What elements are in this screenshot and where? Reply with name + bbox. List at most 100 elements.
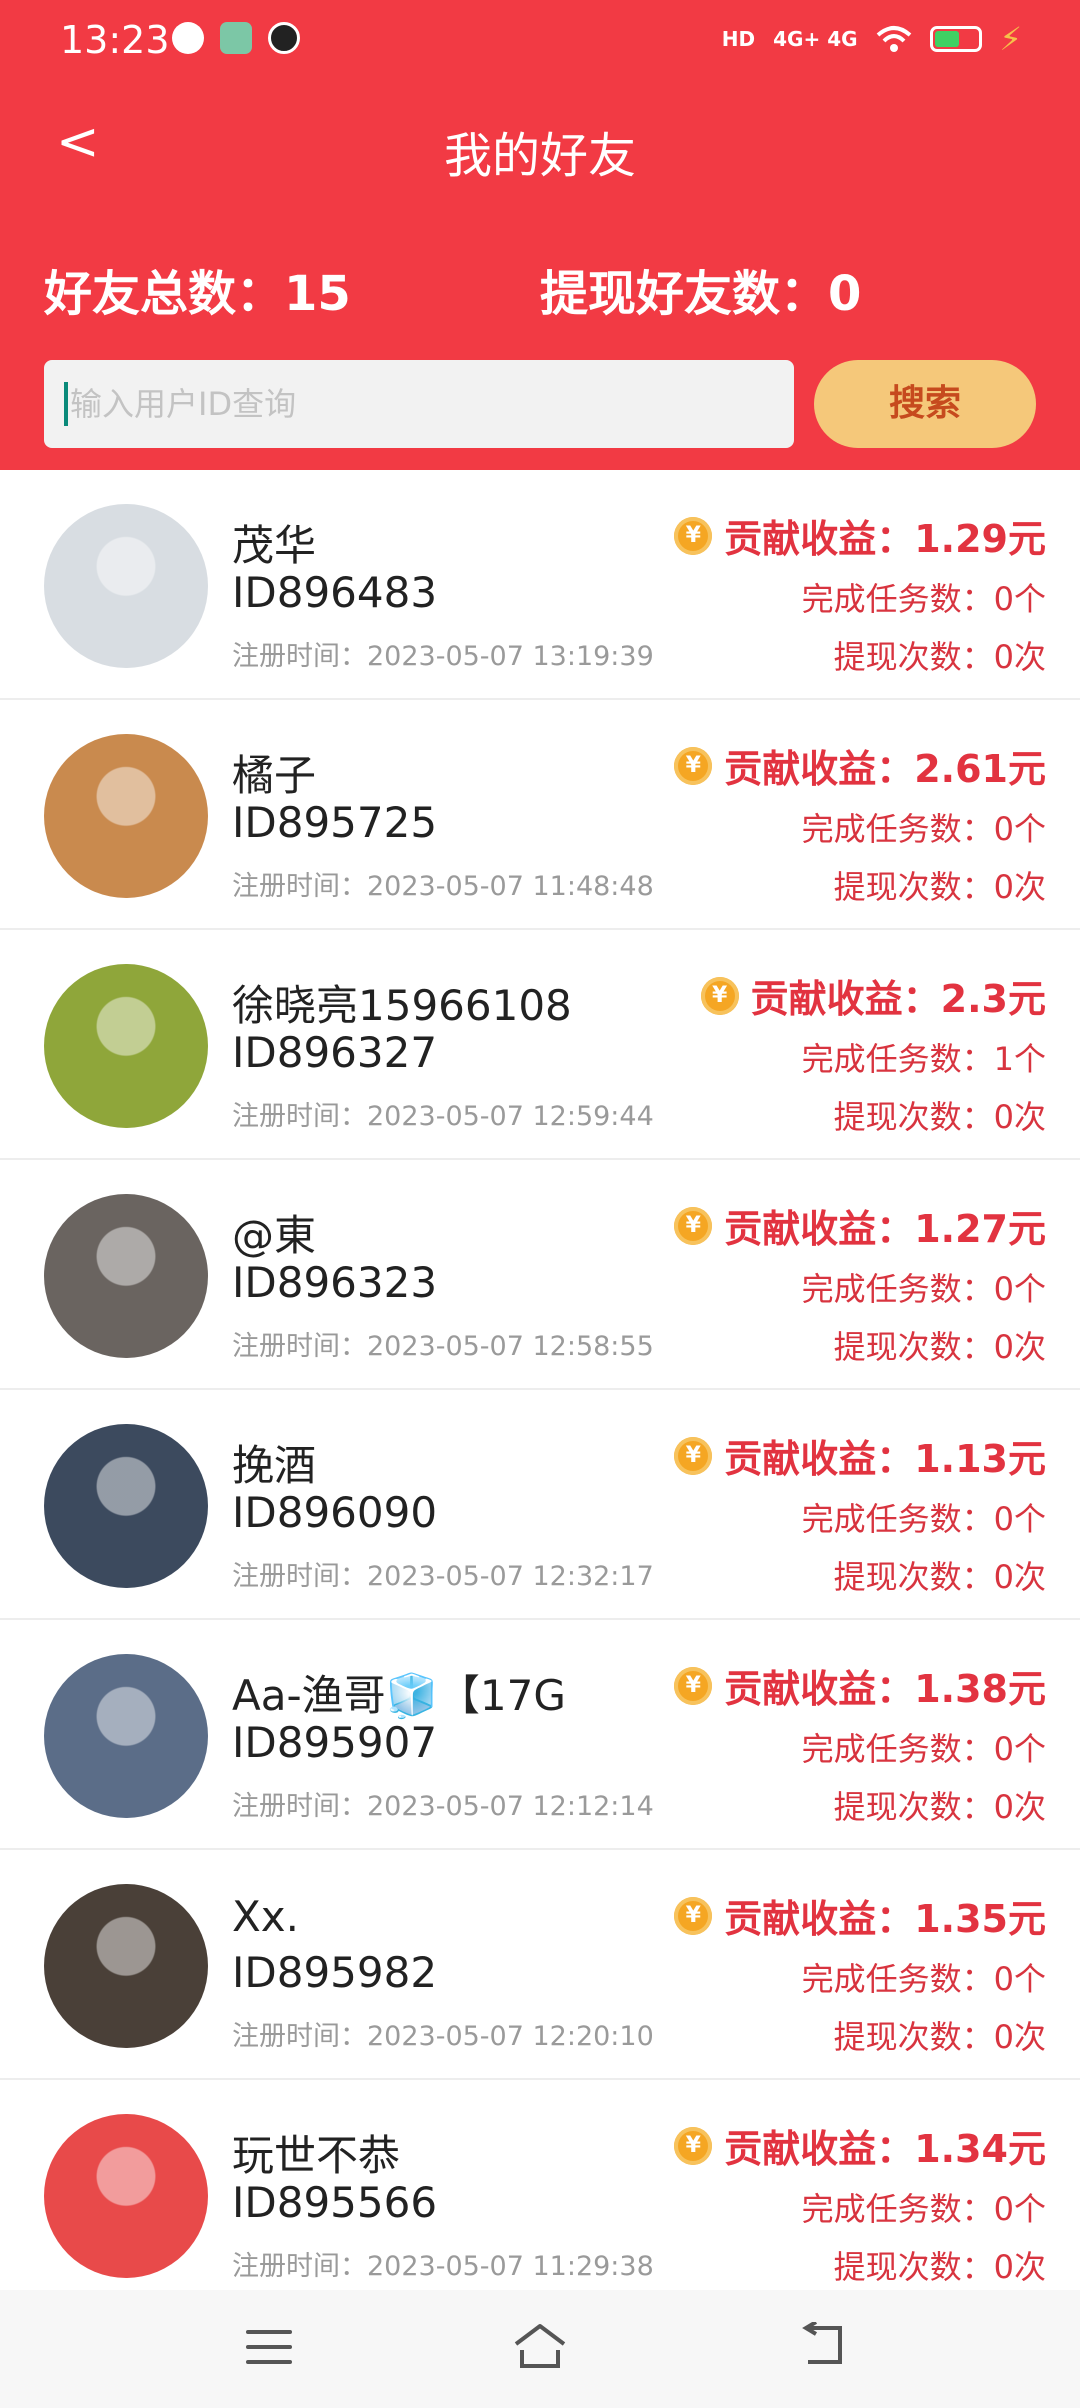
- system-icons: HD 4G+ 4G ⚡: [722, 20, 1022, 58]
- registration-time: 注册时间：2023-05-07 12:58:55: [232, 1331, 654, 1362]
- avatar: [44, 1424, 208, 1588]
- friends-total: 好友总数：15: [44, 266, 351, 322]
- friend-row[interactable]: 玩世不恭 ID895566 注册时间：2023-05-07 11:29:38 ¥…: [0, 2080, 1080, 2310]
- earnings: ¥ 贡献收益：1.35元: [674, 1888, 1046, 1943]
- notification-icons: [172, 22, 300, 54]
- withdrawal-count: 提现次数：0次: [833, 1558, 1046, 1596]
- earnings: ¥ 贡献收益：1.34元: [674, 2118, 1046, 2173]
- avatar: [44, 1654, 208, 1818]
- friend-id: ID895725: [232, 798, 438, 847]
- avatar: [44, 504, 208, 668]
- withdrawal-count: 提现次数：0次: [833, 1328, 1046, 1366]
- friend-name: 徐晓亮15966108: [232, 981, 572, 1030]
- withdrawal-count: 提现次数：0次: [833, 638, 1046, 676]
- withdrawal-count: 提现次数：0次: [833, 1788, 1046, 1826]
- tasks-completed: 完成任务数：0个: [801, 2190, 1046, 2228]
- search-button[interactable]: 搜索: [814, 360, 1036, 448]
- tasks-completed: 完成任务数：0个: [801, 580, 1046, 618]
- friend-name: Aa-渔哥🧊【17G: [232, 1671, 566, 1720]
- earnings-label: 贡献收益：1.34元: [724, 2127, 1046, 2171]
- friend-row[interactable]: 挽酒 ID896090 注册时间：2023-05-07 12:32:17 ¥ 贡…: [0, 1390, 1080, 1620]
- registration-time: 注册时间：2023-05-07 12:20:10: [232, 2021, 654, 2052]
- back-icon[interactable]: [800, 2322, 848, 2366]
- avatar: [44, 964, 208, 1128]
- friend-id: ID895982: [232, 1948, 438, 1997]
- friend-id: ID896483: [232, 568, 438, 617]
- friend-id: ID896090: [232, 1488, 438, 1537]
- withdrawal-count: 提现次数：0次: [833, 2248, 1046, 2286]
- tasks-completed: 完成任务数：1个: [801, 1040, 1046, 1078]
- app-notification-icon-2: [268, 22, 300, 54]
- registration-time: 注册时间：2023-05-07 13:19:39: [232, 641, 654, 672]
- friend-id: ID896323: [232, 1258, 438, 1307]
- search-input[interactable]: [44, 360, 794, 448]
- coin-icon: ¥: [674, 1666, 713, 1705]
- tasks-completed: 完成任务数：0个: [801, 1960, 1046, 1998]
- header: 13:23 HD 4G+ 4G ⚡ < 我的好友 好友总数：15 提现好友数：0…: [0, 0, 1080, 470]
- wifi-icon: [876, 26, 911, 52]
- signal-label: 4G+ 4G: [773, 27, 858, 51]
- coin-icon: ¥: [674, 1896, 713, 1935]
- earnings-label: 贡献收益：1.13元: [724, 1437, 1046, 1481]
- avatar: [44, 1194, 208, 1358]
- app-notification-icon: [220, 22, 252, 54]
- tasks-completed: 完成任务数：0个: [801, 1270, 1046, 1308]
- friend-name: 玩世不恭: [232, 2131, 401, 2180]
- coin-icon: ¥: [674, 1206, 713, 1245]
- withdrawal-count: 提现次数：0次: [833, 2018, 1046, 2056]
- earnings-label: 贡献收益：1.29元: [724, 517, 1046, 561]
- tasks-completed: 完成任务数：0个: [801, 1730, 1046, 1768]
- tasks-completed: 完成任务数：0个: [801, 810, 1046, 848]
- registration-time: 注册时间：2023-05-07 12:59:44: [232, 1101, 654, 1132]
- registration-time: 注册时间：2023-05-07 11:29:38: [232, 2251, 654, 2282]
- registration-time: 注册时间：2023-05-07 12:32:17: [232, 1561, 654, 1592]
- friend-row[interactable]: 茂华 ID896483 注册时间：2023-05-07 13:19:39 ¥ 贡…: [0, 470, 1080, 700]
- friend-row[interactable]: @東 ID896323 注册时间：2023-05-07 12:58:55 ¥ 贡…: [0, 1160, 1080, 1390]
- withdrawal-count: 提现次数：0次: [833, 1098, 1046, 1136]
- charging-bolt-icon: ⚡: [999, 20, 1022, 58]
- registration-time: 注册时间：2023-05-07 12:12:14: [232, 1791, 654, 1822]
- home-icon[interactable]: [512, 2320, 568, 2370]
- withdrawal-count: 提现次数：0次: [833, 868, 1046, 906]
- text-caret: [64, 382, 68, 426]
- earnings-label: 贡献收益：1.27元: [724, 1207, 1046, 1251]
- coin-icon: ¥: [674, 1436, 713, 1475]
- earnings: ¥ 贡献收益：1.38元: [674, 1658, 1046, 1713]
- friend-name: 茂华: [232, 521, 317, 570]
- avatar: [44, 734, 208, 898]
- registration-time: 注册时间：2023-05-07 11:48:48: [232, 871, 654, 902]
- friend-row[interactable]: 徐晓亮15966108 ID896327 注册时间：2023-05-07 12:…: [0, 930, 1080, 1160]
- earnings-label: 贡献收益：1.35元: [724, 1897, 1046, 1941]
- earnings: ¥ 贡献收益：1.27元: [674, 1198, 1046, 1253]
- system-nav-bar: [0, 2290, 1080, 2408]
- menu-icon[interactable]: [246, 2330, 292, 2375]
- friend-id: ID895907: [232, 1718, 438, 1767]
- status-time: 13:23: [60, 18, 170, 62]
- speedometer-icon: [172, 22, 204, 54]
- page-title: 我的好友: [443, 128, 636, 184]
- friend-name: Xx.: [232, 1892, 299, 1941]
- coin-icon: ¥: [674, 746, 713, 785]
- friend-name: 橘子: [232, 751, 317, 800]
- friend-name: @東: [232, 1211, 317, 1260]
- avatar: [44, 1884, 208, 2048]
- earnings: ¥ 贡献收益：2.3元: [700, 968, 1046, 1023]
- earnings-label: 贡献收益：2.61元: [724, 747, 1046, 791]
- friend-id: ID895566: [232, 2178, 438, 2227]
- friend-row[interactable]: 橘子 ID895725 注册时间：2023-05-07 11:48:48 ¥ 贡…: [0, 700, 1080, 930]
- battery-icon: [929, 26, 982, 52]
- tasks-completed: 完成任务数：0个: [801, 1500, 1046, 1538]
- earnings: ¥ 贡献收益：1.29元: [674, 508, 1046, 563]
- coin-icon: ¥: [674, 2126, 713, 2165]
- earnings-label: 贡献收益：2.3元: [750, 977, 1046, 1021]
- hd-icon: HD: [721, 27, 756, 51]
- withdrawn-friends-total: 提现好友数：0: [540, 266, 862, 322]
- friend-name: 挽酒: [232, 1441, 317, 1490]
- friend-row[interactable]: Xx. ID895982 注册时间：2023-05-07 12:20:10 ¥ …: [0, 1850, 1080, 2080]
- friend-row[interactable]: Aa-渔哥🧊【17G ID895907 注册时间：2023-05-07 12:1…: [0, 1620, 1080, 1850]
- avatar: [44, 2114, 208, 2278]
- status-bar: 13:23 HD 4G+ 4G ⚡: [0, 0, 1080, 84]
- coin-icon: ¥: [700, 976, 739, 1015]
- earnings: ¥ 贡献收益：1.13元: [674, 1428, 1046, 1483]
- earnings: ¥ 贡献收益：2.61元: [674, 738, 1046, 793]
